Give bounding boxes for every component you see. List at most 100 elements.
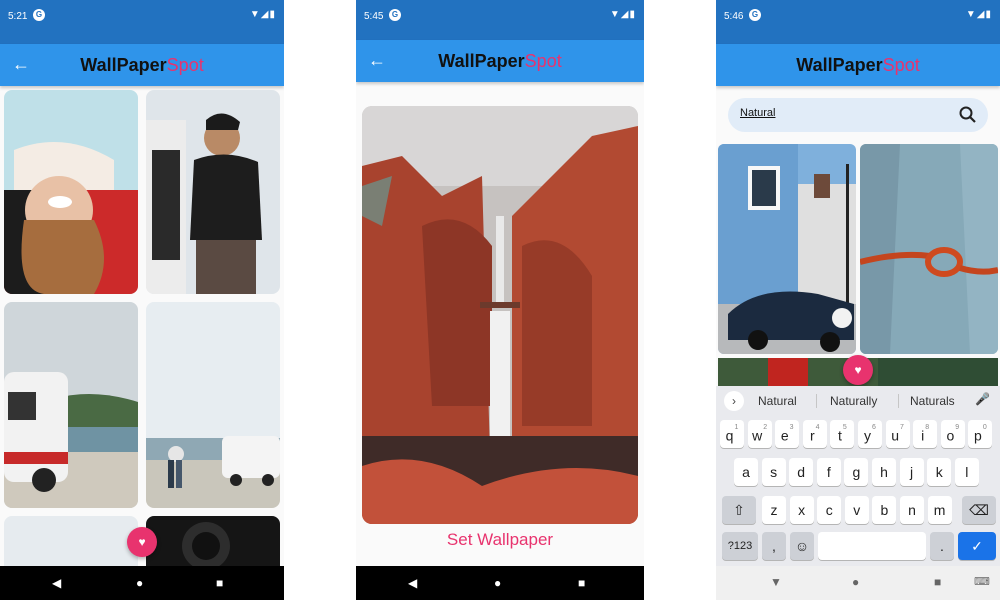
space-key[interactable] (818, 532, 926, 560)
app-bar: ← WallPaperSpot (0, 44, 284, 86)
keyboard-switch-icon[interactable]: ⌨ (974, 575, 990, 588)
key-s[interactable]: s (761, 458, 786, 486)
key-g[interactable]: g (844, 458, 869, 486)
app-title: WallPaperSpot (356, 51, 644, 72)
key-j[interactable]: j (899, 458, 924, 486)
key-v[interactable]: v (844, 496, 869, 524)
key-e-label: e (780, 427, 789, 444)
wallpaper-thumbnail[interactable] (4, 90, 138, 294)
wallpaper-thumbnail[interactable] (860, 144, 998, 354)
key-h[interactable]: h (872, 458, 896, 486)
nav-back-icon[interactable]: ◀ (52, 576, 61, 590)
nav-home-icon[interactable]: ● (494, 576, 501, 590)
enter-check-icon[interactable]: ✓ (958, 532, 996, 560)
suggestion-divider (898, 394, 899, 408)
key-o-label: o (946, 427, 955, 444)
key-hint: 6 (872, 424, 876, 431)
system-nav-bar: ◀ ● ■ (356, 566, 644, 600)
key-l[interactable]: l (954, 458, 979, 486)
app-bar: ← WallPaperSpot (356, 40, 644, 82)
key-u[interactable]: u7 (885, 420, 910, 448)
key-i[interactable]: i8 (913, 420, 938, 448)
key-o[interactable]: o9 (940, 420, 965, 448)
nav-recents-icon[interactable]: ■ (216, 576, 223, 590)
title-part-spot: Spot (882, 55, 920, 75)
google-icon: G (749, 9, 761, 21)
emoji-key-icon[interactable]: ☺ (790, 532, 814, 560)
screen-search: 5:46 G ▼◢▮ WallPaperSpot Natural ♥ › Nat… (716, 0, 1000, 600)
nav-home-icon[interactable]: ● (852, 575, 859, 589)
key-r-label: r (810, 427, 815, 444)
key-c[interactable]: c (817, 496, 842, 524)
hide-keyboard-icon[interactable]: ▼ (770, 575, 782, 589)
shift-key-icon-label: ⇧ (733, 502, 745, 518)
key-a[interactable]: a (734, 458, 758, 486)
title-part-spot: Spot (524, 51, 562, 71)
google-icon: G (33, 9, 45, 21)
status-bar: 5:45 G ▼◢▮ (356, 0, 644, 44)
wallpaper-thumbnail[interactable] (146, 302, 280, 508)
favorite-fab-icon[interactable]: ♥ (843, 355, 873, 385)
key-f[interactable]: f (816, 458, 841, 486)
set-wallpaper-button[interactable]: Set Wallpaper (356, 530, 644, 550)
search-icon[interactable] (958, 105, 978, 125)
key-k[interactable]: k (927, 458, 952, 486)
shift-key-icon[interactable]: ⇧ (722, 496, 756, 524)
system-nav-bar: ◀ ● ■ (0, 566, 284, 600)
wallpaper-thumbnail[interactable] (4, 302, 138, 508)
app-title: WallPaperSpot (716, 55, 1000, 76)
app-title: WallPaperSpot (0, 55, 284, 76)
search-input[interactable]: Natural (728, 98, 988, 132)
status-time: 5:46 (724, 11, 744, 22)
signal-battery-icon: ▼◢▮ (609, 9, 636, 20)
favorite-fab-icon[interactable]: ♥ (127, 527, 157, 557)
key-n[interactable]: n (900, 496, 924, 524)
backspace-key-icon[interactable]: ⌫ (962, 496, 996, 524)
status-bar: 5:21 G ▼◢▮ (0, 0, 284, 44)
key-t[interactable]: t5 (830, 420, 855, 448)
app-bar: WallPaperSpot (716, 44, 1000, 86)
key-u-label: u (891, 427, 900, 444)
key-hint: 9 (955, 424, 960, 431)
key-d[interactable]: d (789, 458, 814, 486)
key-m[interactable]: m (927, 496, 952, 524)
key-n-label: n (908, 502, 916, 518)
period-key[interactable]: . (930, 532, 954, 560)
key-m-label: m (933, 502, 946, 518)
key-j-label: j (910, 464, 914, 480)
key-z[interactable]: z (762, 496, 786, 524)
key-p[interactable]: p0 (968, 420, 993, 448)
key-r[interactable]: r4 (802, 420, 827, 448)
key-x[interactable]: x (789, 496, 814, 524)
nav-home-icon[interactable]: ● (136, 576, 143, 590)
search-input-value[interactable]: Natural (740, 107, 775, 119)
key-b[interactable]: b (872, 496, 897, 524)
nav-recents-icon[interactable]: ■ (578, 576, 585, 590)
key-y-label: y (864, 427, 872, 444)
suggestion-divider (816, 394, 817, 408)
status-bar: 5:46 G ▼◢▮ (716, 0, 1000, 44)
key-e[interactable]: e3 (775, 420, 800, 448)
wallpaper-thumbnail[interactable] (146, 90, 280, 294)
key-d-label: d (797, 464, 806, 480)
symbols-key[interactable]: ?123 (722, 532, 758, 560)
key-y[interactable]: y6 (858, 420, 882, 448)
suggestion-item[interactable]: Naturally (830, 394, 877, 408)
nav-back-icon[interactable]: ◀ (408, 576, 417, 590)
key-l-label: l (965, 464, 969, 480)
key-q[interactable]: q1 (720, 420, 744, 448)
chevron-right-icon[interactable]: › (724, 391, 744, 411)
wallpaper-thumbnail[interactable] (718, 144, 856, 354)
suggestion-item[interactable]: Naturals (910, 394, 955, 408)
key-hint: 0 (982, 424, 987, 431)
nav-recents-icon[interactable]: ■ (934, 575, 941, 589)
key-s-label: s (770, 464, 778, 480)
key-x-label: x (798, 502, 806, 518)
key-hint: 7 (900, 424, 904, 431)
microphone-icon[interactable]: 🎤 (975, 392, 990, 406)
status-time: 5:21 (8, 11, 28, 22)
key-w[interactable]: w2 (747, 420, 772, 448)
key-t-label: t (837, 427, 842, 444)
comma-key[interactable]: , (762, 532, 786, 560)
suggestion-item[interactable]: Natural (758, 394, 797, 408)
